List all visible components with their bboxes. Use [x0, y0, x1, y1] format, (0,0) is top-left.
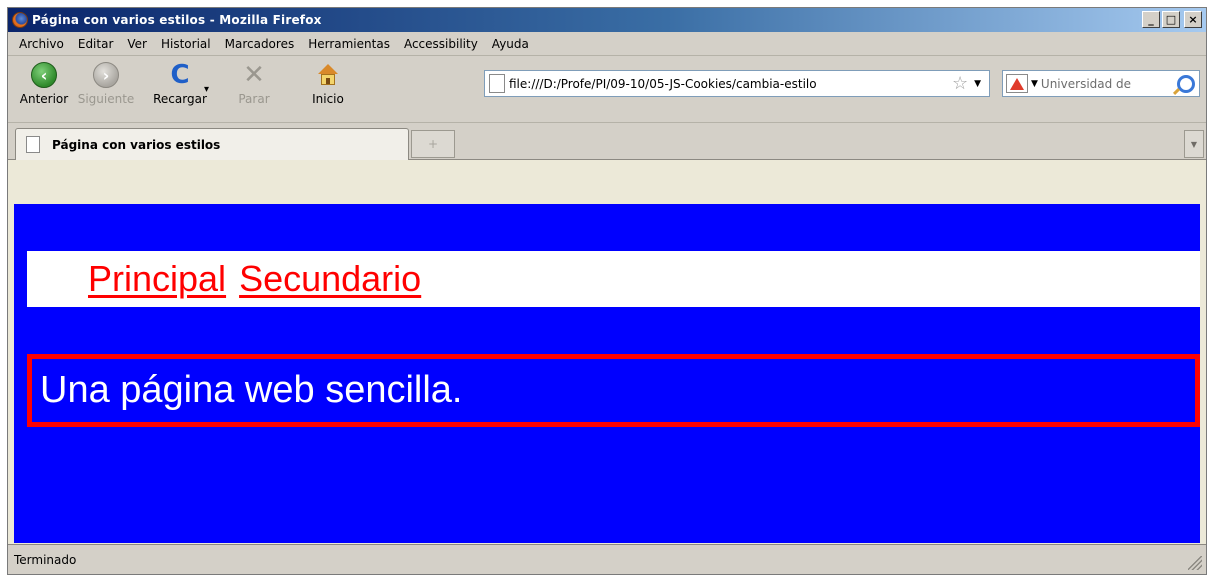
forward-button[interactable]: › Siguiente [77, 62, 135, 106]
link-secundario[interactable]: Secundario [239, 258, 421, 300]
minimize-button[interactable]: _ [1142, 11, 1160, 28]
menu-bar: Archivo Editar Ver Historial Marcadores … [8, 32, 1206, 56]
new-tab-button[interactable]: + [411, 130, 455, 158]
menu-marcadores[interactable]: Marcadores [218, 37, 302, 51]
reload-label: Recargar [153, 92, 207, 106]
engine-dropdown-icon[interactable]: ▼ [1031, 79, 1038, 89]
home-label: Inicio [312, 92, 344, 106]
menu-editar[interactable]: Editar [71, 37, 121, 51]
menu-historial[interactable]: Historial [154, 37, 218, 51]
home-icon [315, 62, 341, 88]
link-principal[interactable]: Principal [88, 258, 226, 300]
url-input[interactable]: file:///D:/Profe/PI/09-10/05-JS-Cookies/… [509, 77, 952, 91]
tab-list-button[interactable]: ▼ [1184, 130, 1204, 158]
back-arrow-icon: ‹ [31, 62, 57, 88]
stop-button[interactable]: ✕ Parar [228, 60, 280, 106]
stop-label: Parar [238, 92, 270, 106]
search-input[interactable]: Universidad de [1041, 77, 1177, 91]
plus-icon: + [427, 137, 439, 151]
reload-button[interactable]: C Recargar [153, 60, 207, 106]
status-text: Terminado [14, 552, 77, 567]
search-bar[interactable]: ▼ Universidad de [1002, 70, 1200, 97]
menu-ayuda[interactable]: Ayuda [485, 37, 536, 51]
page-icon [489, 74, 505, 93]
search-icon[interactable] [1177, 74, 1195, 93]
title-bar: Página con varios estilos - Mozilla Fire… [8, 8, 1206, 32]
browser-window: Página con varios estilos - Mozilla Fire… [7, 7, 1207, 575]
search-engine-icon[interactable] [1006, 74, 1028, 93]
tab-page-icon [26, 136, 40, 153]
forward-label: Siguiente [77, 92, 135, 106]
address-bar[interactable]: file:///D:/Profe/PI/09-10/05-JS-Cookies/… [484, 70, 990, 97]
resize-grip-icon[interactable] [1188, 556, 1202, 570]
home-button[interactable]: Inicio [302, 62, 354, 106]
window-controls: _ □ × [1142, 11, 1202, 28]
history-dropdown-icon[interactable]: ▾ [204, 84, 209, 95]
tab-title: Página con varios estilos [52, 137, 221, 152]
tab-active[interactable]: Página con varios estilos [15, 128, 409, 160]
menu-ver[interactable]: Ver [120, 37, 154, 51]
bookmark-star-icon[interactable]: ☆ [952, 73, 968, 94]
url-dropdown-icon[interactable]: ▼ [974, 79, 981, 89]
navigation-toolbar: ‹ Anterior › Siguiente ▾ C Recargar ✕ Pa… [8, 56, 1206, 123]
back-label: Anterior [19, 92, 69, 106]
firefox-logo-icon [12, 12, 28, 28]
menu-archivo[interactable]: Archivo [12, 37, 71, 51]
main-text: Una página web sencilla. [40, 369, 463, 411]
main-text-box: Una página web sencilla. [27, 354, 1200, 427]
stop-icon: ✕ [243, 60, 265, 90]
page-content: Principal Secundario Una página web senc… [14, 204, 1200, 543]
chevron-down-icon: ▼ [1190, 139, 1198, 149]
status-bar: Terminado [8, 544, 1206, 574]
menu-accessibility[interactable]: Accessibility [397, 37, 485, 51]
forward-arrow-icon: › [93, 62, 119, 88]
tab-bar: Página con varios estilos + ▼ [8, 123, 1206, 160]
style-menu: Principal Secundario [27, 251, 1200, 307]
close-button[interactable]: × [1184, 11, 1202, 28]
maximize-button[interactable]: □ [1162, 11, 1180, 28]
back-button[interactable]: ‹ Anterior [18, 62, 70, 106]
window-title: Página con varios estilos - Mozilla Fire… [32, 13, 322, 27]
reload-icon: C [170, 60, 190, 90]
menu-herramientas[interactable]: Herramientas [301, 37, 397, 51]
